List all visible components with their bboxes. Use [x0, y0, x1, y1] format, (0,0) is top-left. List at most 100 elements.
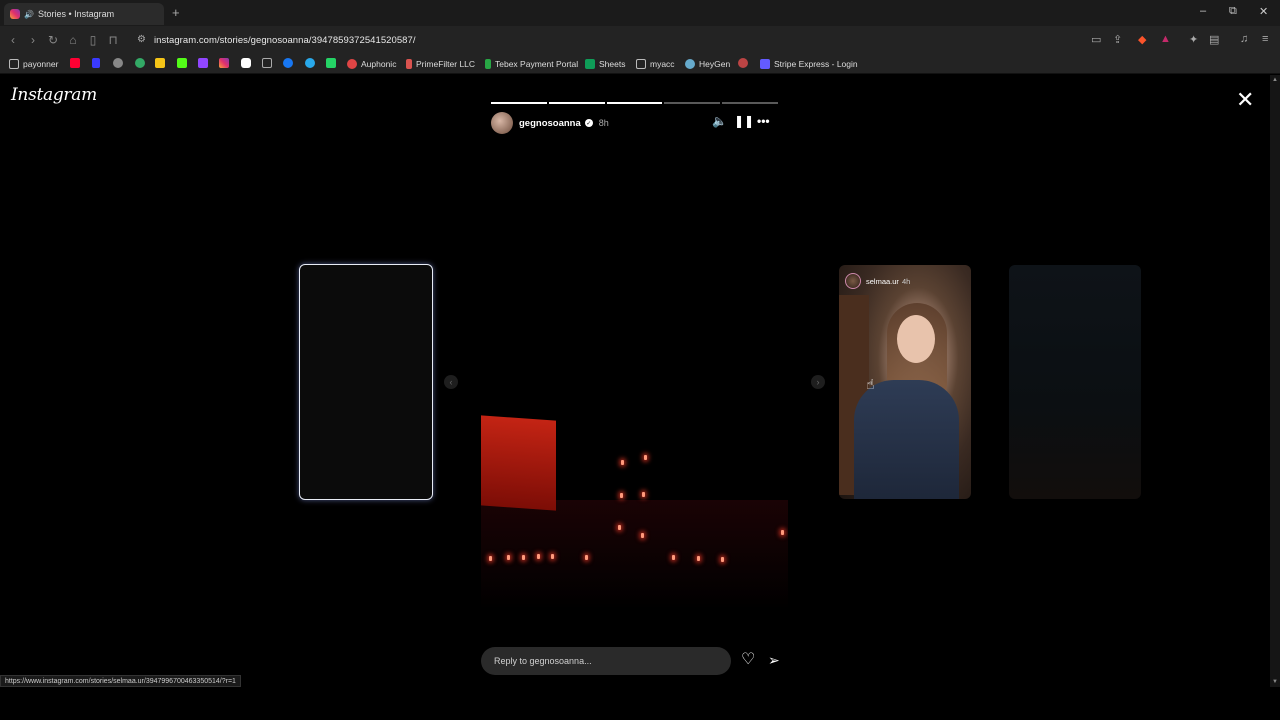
cast-icon[interactable]: ▭ — [1091, 33, 1101, 46]
hand-cursor-icon: ☝ — [866, 376, 875, 392]
bookmark-blue-icon[interactable] — [92, 58, 100, 68]
extensions-icon[interactable]: ✦ — [1189, 33, 1198, 46]
bookmark-auphonic[interactable]: Auphonic — [347, 58, 396, 70]
facebook-icon[interactable] — [283, 58, 293, 68]
stripe-icon — [760, 59, 770, 69]
progress-segment — [664, 102, 721, 104]
youtube-icon[interactable] — [70, 58, 80, 68]
back-icon[interactable]: ‹ — [6, 33, 20, 47]
next-story-thumbnail[interactable]: selmaa.ur 4h — [839, 265, 971, 499]
wallet-icon[interactable]: ▤ — [1209, 33, 1219, 46]
window-light — [642, 492, 645, 497]
sidebar-icon[interactable]: ▯ — [86, 33, 100, 47]
avatar[interactable] — [491, 112, 513, 134]
upcoming-story-thumbnail[interactable] — [1009, 265, 1141, 499]
tebex-icon — [485, 59, 491, 69]
browser-tab[interactable]: 🔊 Stories • Instagram — [4, 3, 164, 25]
instagram-icon[interactable] — [219, 58, 229, 68]
window-light — [618, 525, 621, 530]
window-light — [697, 556, 700, 561]
bookmark-myacc[interactable]: myacc — [636, 58, 675, 70]
browser-tab-bar — [0, 0, 1280, 26]
bookmark-label: HeyGen — [699, 59, 731, 69]
close-stories-button[interactable]: ✕ — [1236, 89, 1254, 111]
like-heart-icon[interactable]: ♡ — [741, 652, 755, 668]
menu-icon[interactable]: ≡ — [1262, 33, 1268, 45]
site-info-icon[interactable]: ⚙ — [137, 34, 146, 45]
more-options-icon[interactable]: ••• — [757, 114, 770, 128]
restore-button[interactable]: ⧉ — [1229, 5, 1237, 18]
window-light — [585, 555, 588, 560]
bookmark-green-icon[interactable] — [135, 58, 145, 68]
progress-segment — [606, 102, 663, 104]
close-window-button[interactable]: ✕ — [1259, 5, 1268, 18]
bookmark-red-icon[interactable] — [738, 58, 748, 68]
reload-icon[interactable]: ↻ — [46, 33, 60, 47]
bookmark-heygen[interactable]: HeyGen — [685, 58, 730, 70]
instagram-logo[interactable]: Instagram — [11, 85, 97, 105]
speaker-icon[interactable]: 🔊 — [24, 10, 34, 19]
verified-badge-icon: ✓ — [584, 119, 593, 127]
bookmark-payonner[interactable]: payonner — [9, 58, 58, 70]
kick-icon[interactable] — [177, 58, 187, 68]
home-icon[interactable]: ⌂ — [66, 33, 80, 47]
story-username[interactable]: gegnosoanna — [519, 118, 581, 129]
bookmark-stripe[interactable]: Stripe Express - Login — [760, 58, 858, 70]
send-icon[interactable]: ➢ — [768, 652, 780, 668]
x-icon[interactable] — [262, 58, 272, 68]
folder-icon — [9, 59, 19, 69]
story-progress-bar — [491, 102, 778, 104]
forward-icon[interactable]: › — [26, 33, 40, 47]
window-light — [781, 530, 784, 535]
next-story-arrow-icon[interactable]: › — [811, 375, 825, 389]
bookmark-gray-icon[interactable] — [113, 58, 123, 68]
url-field[interactable]: instagram.com/stories/gegnosoanna/394785… — [154, 35, 416, 46]
heygen-icon — [685, 59, 695, 69]
tiktok-icon[interactable] — [241, 58, 251, 68]
share-icon[interactable]: ⇪ — [1113, 33, 1122, 46]
scroll-down-icon[interactable]: ▼ — [1272, 679, 1278, 685]
instagram-favicon-icon — [10, 9, 20, 19]
next-story-header: selmaa.ur 4h — [845, 273, 910, 289]
primefilter-icon — [406, 59, 412, 69]
bookmark-label: Stripe Express - Login — [774, 59, 858, 69]
pause-icon[interactable]: ❚❚ — [734, 114, 754, 128]
bookmark-label: myacc — [650, 59, 675, 69]
status-link-preview: https://www.instagram.com/stories/selmaa… — [0, 675, 241, 687]
window-light — [620, 493, 623, 498]
reply-input[interactable]: Reply to gegnosoanna... — [481, 647, 731, 675]
minimize-button[interactable]: – — [1200, 5, 1206, 17]
bookmark-icon[interactable]: ⊓ — [106, 33, 120, 47]
bookmark-label: Auphonic — [361, 59, 397, 69]
whatsapp-icon[interactable] — [326, 58, 336, 68]
previous-story-thumbnail[interactable] — [299, 264, 433, 500]
media-icon[interactable]: ♫ — [1240, 33, 1248, 45]
page-scrollbar[interactable]: ▲ ▼ — [1270, 75, 1280, 687]
bookmark-primefilter[interactable]: PrimeFilter LLC — [406, 58, 475, 70]
brave-shield-icon[interactable]: ◆ — [1138, 33, 1146, 46]
bookmark-tebex[interactable]: Tebex Payment Portal — [485, 58, 578, 70]
red-flag — [481, 415, 556, 511]
face-shape — [897, 315, 935, 363]
story-viewer[interactable]: gegnosoanna ✓ 8h 🔈 ❚❚ ••• — [481, 90, 788, 620]
story-time: 8h — [598, 118, 609, 128]
bookmark-sheets[interactable]: Sheets — [585, 58, 625, 70]
mute-icon[interactable]: 🔈 — [712, 114, 727, 128]
window-light — [672, 555, 675, 560]
twitch-icon[interactable] — [198, 58, 208, 68]
imdb-icon[interactable] — [155, 58, 165, 68]
story-media — [481, 415, 788, 610]
window-light — [641, 533, 644, 538]
brave-rewards-icon[interactable]: ▲ — [1160, 33, 1171, 45]
bookmark-label: PrimeFilter LLC — [416, 59, 476, 69]
progress-segment — [722, 102, 778, 104]
window-light — [621, 460, 624, 465]
window-light — [522, 555, 525, 560]
window-light — [507, 555, 510, 560]
bookmark-label: Tebex Payment Portal — [495, 59, 579, 69]
previous-story-arrow-icon[interactable]: ‹ — [444, 375, 458, 389]
scroll-up-icon[interactable]: ▲ — [1272, 77, 1278, 83]
new-tab-button[interactable]: + — [172, 5, 180, 20]
folder-icon — [636, 59, 646, 69]
telegram-icon[interactable] — [305, 58, 315, 68]
